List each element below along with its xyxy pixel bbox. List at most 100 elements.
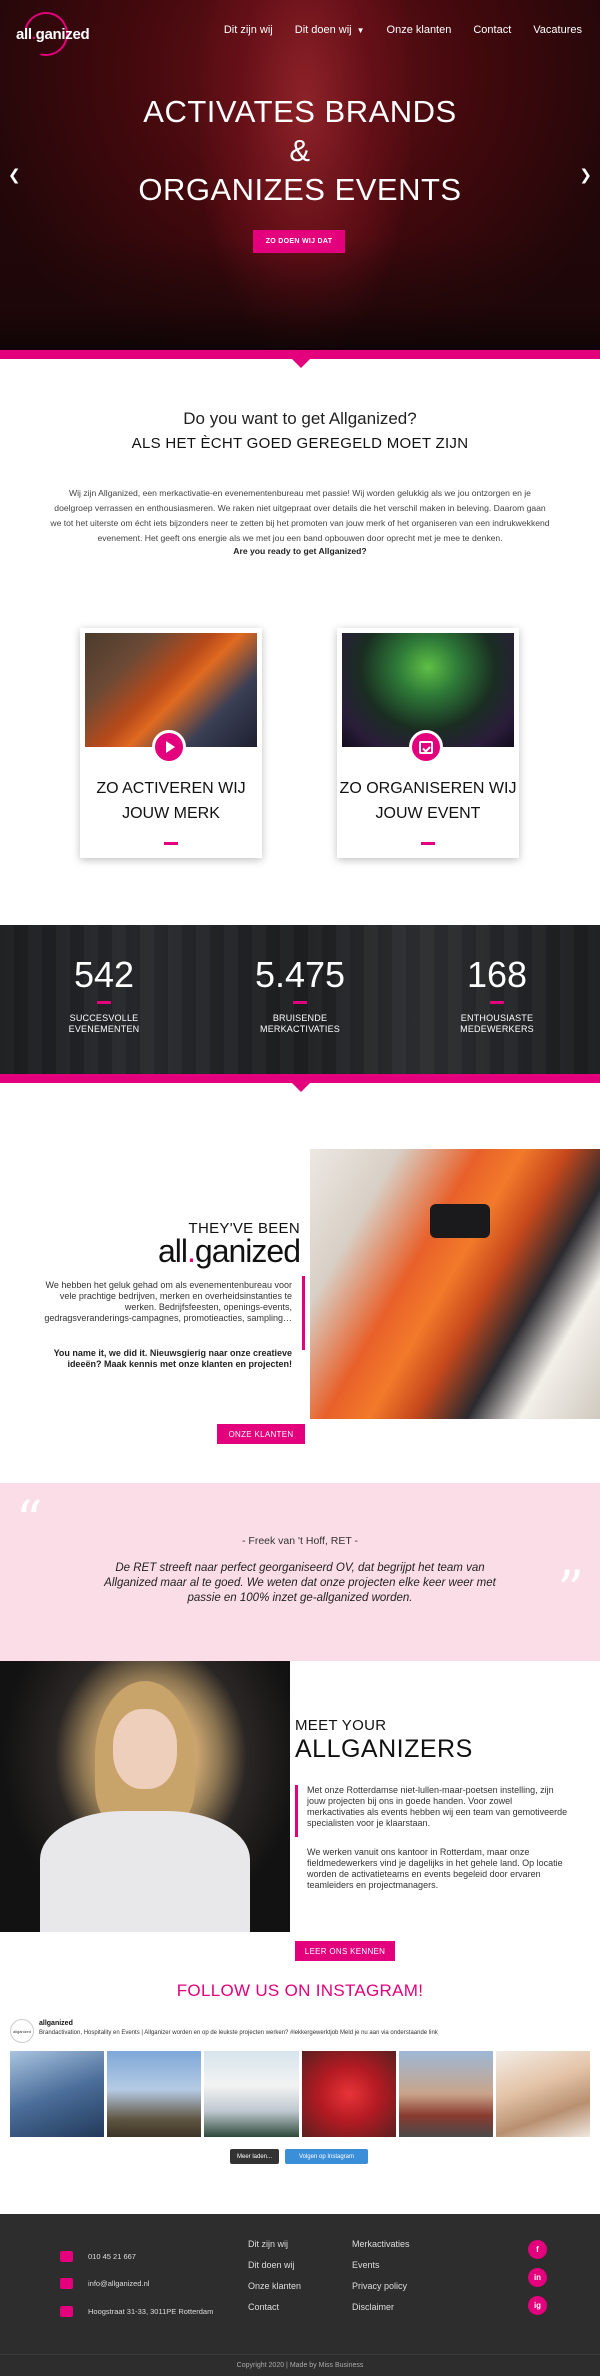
nav-vacatures[interactable]: Vacatures [533,24,582,36]
footer-link[interactable]: Dit doen wij [248,2259,301,2280]
instagram-post[interactable] [301,2051,396,2137]
footer-address: Hoogstraat 31-33, 3011PE Rotterdam [60,2306,213,2317]
stat-value: 168 [466,954,528,995]
footer-address-text: Hoogstraat 31-33, 3011PE Rotterdam [88,2307,214,2316]
instagram-bio: Brandactivation, Hospitality en Events |… [39,2030,438,2036]
intro-ready: Are you ready to get Allganized? [233,546,367,556]
footer-link[interactable]: Disclaimer [352,2301,410,2322]
main-nav: Dit zijn wij Dit doen wij ▼ Onze klanten … [202,24,582,36]
card-organiseren-title-line2: JOUW EVENT [375,805,481,822]
follow-instagram-button[interactable]: Volgen op Instagram [285,2149,368,2164]
section-divider [0,350,600,368]
card-accent-bar [164,842,178,845]
phone-icon [60,2251,73,2262]
stat-evenementen: 542 SUCCESVOLLE EVENEMENTEN [34,955,174,1035]
play-glyph [166,741,175,753]
instagram-post[interactable] [107,2051,202,2137]
team-photo [0,1661,290,1932]
logo-wordmark: all.ganized [16,26,90,43]
footer-email-text: info@allganized.nl [88,2279,150,2288]
stat-label-line2: EVENEMENTEN [68,1024,140,1034]
team-accent-bar [295,1785,298,1837]
instagram-icon[interactable]: ig [528,2296,547,2315]
nav-dit-zijn-wij[interactable]: Dit zijn wij [224,24,273,36]
quote-close-icon: ” [557,1561,584,1621]
testimonial-section: “ ” - Freek van 't Hoff, RET - De RET st… [0,1483,600,1661]
footer-link[interactable]: Privacy policy [352,2280,410,2301]
leer-ons-kennen-button[interactable]: LEER ONS KENNEN [295,1941,395,1961]
testimonial-text: De RET streeft naar perfect georganiseer… [104,1562,496,1604]
footer-phone[interactable]: 010 45 21 667 [60,2251,136,2262]
card-accent-bar [421,842,435,845]
footer-phone-text: 010 45 21 667 [88,2252,136,2261]
instagram-handle[interactable]: allganized [39,2020,73,2027]
stat-accent-bar [293,1001,307,1004]
photo-jacket [40,1811,250,1932]
stats-section: 542 SUCCESVOLLE EVENEMENTEN 5.475 BRUISEN… [0,925,600,1074]
clients-section: THEY'VE BEEN all.ganized We hebben het g… [0,1083,600,1483]
card-activeren[interactable]: ZO ACTIVEREN WIJ JOUW MERK [80,628,262,858]
linkedin-icon[interactable]: in [528,2268,547,2287]
section-divider [0,1074,600,1092]
footer-link[interactable]: Merkactivaties [352,2238,410,2259]
nav-onze-klanten[interactable]: Onze klanten [387,24,452,36]
instagram-post[interactable] [495,2051,591,2137]
footer-link[interactable]: Contact [248,2301,301,2322]
hero-title: ACTIVATES BRANDS & ORGANIZES EVENTS [0,92,600,209]
footer-link[interactable]: Onze klanten [248,2280,301,2301]
footer-email[interactable]: info@allganized.nl [60,2278,149,2289]
clients-text-2: You name it, we did it. Nieuwsgierig naa… [53,1348,292,1369]
footer-link[interactable]: Dit zijn wij [248,2238,301,2259]
load-more-button[interactable]: Meer laden... [230,2149,279,2164]
stat-label-line2: MEDEWERKERS [460,1024,534,1034]
stat-label: SUCCESVOLLE EVENEMENTEN [34,1013,174,1035]
photo-face [113,1709,177,1789]
home-icon [60,2306,73,2317]
facebook-icon[interactable]: f [528,2240,547,2259]
footer-link[interactable]: Events [352,2259,410,2280]
hero-cta-button[interactable]: ZO DOEN WIJ DAT [253,230,345,253]
instagram-post[interactable] [204,2051,299,2137]
calendar-glyph [419,740,433,754]
card-activeren-title: ZO ACTIVEREN WIJ JOUW MERK [80,776,262,826]
stat-label-line1: ENTHOUSIASTE [460,1013,534,1023]
stat-merkactivaties: 5.475 BRUISENDE MERKACTIVATIES [230,955,370,1035]
instagram-post[interactable] [10,2051,105,2137]
onze-klanten-button[interactable]: ONZE KLANTEN [217,1424,305,1444]
hero-title-line1: ACTIVATES BRANDS [143,94,457,129]
footer-links-2: Merkactivaties Events Privacy policy Dis… [352,2238,410,2322]
card-organiseren[interactable]: ZO ORGANISEREN WIJ JOUW EVENT [337,628,519,858]
instagram-post[interactable] [398,2051,493,2137]
intro-question: Do you want to get Allganized? [183,409,417,428]
logo-text-2: ganized [35,26,90,43]
clients-accent-bar [302,1276,305,1350]
card-organiseren-title-line1: ZO ORGANISEREN WIJ [339,780,517,797]
stat-accent-bar [490,1001,504,1004]
instagram-heading: FOLLOW US ON INSTAGRAM! [176,1981,424,2000]
vr-headset-shape [430,1204,490,1238]
hero-title-line2: & [289,133,311,168]
site-logo[interactable]: all.ganized [15,3,90,65]
hero-title-line3: ORGANIZES EVENTS [138,172,462,207]
team-text-2: We werken vanuit ons kantoor in Rotterda… [307,1847,563,1890]
stat-medewerkers: 168 ENTHOUSIASTE MEDEWERKERS [427,955,567,1035]
mail-icon [60,2278,73,2289]
instagram-avatar[interactable]: allganized [10,2019,34,2043]
clients-text: We hebben het geluk gehad om als eveneme… [44,1280,292,1323]
instagram-section: FOLLOW US ON INSTAGRAM! allganized allga… [0,1981,600,2214]
stat-label: ENTHOUSIASTE MEDEWERKERS [427,1013,567,1035]
card-organiseren-title: ZO ORGANISEREN WIJ JOUW EVENT [337,776,519,826]
nav-dit-doen-wij[interactable]: Dit doen wij ▼ [295,24,365,36]
calendar-check-icon [409,730,443,764]
card-activeren-title-line2: JOUW MERK [122,805,220,822]
instagram-profile: allganized allganized Brandactivation, H… [10,2019,590,2043]
team-text-1: Met onze Rotterdamse niet-lullen-maar-po… [307,1785,568,1828]
stat-label-line1: BRUISENDE [272,1013,328,1023]
stat-value: 542 [73,954,135,995]
footer: 010 45 21 667 info@allganized.nl Hoogstr… [0,2214,600,2354]
stat-value: 5.475 [254,954,346,995]
team-section: MEET YOUR ALLGANIZERS Met onze Rotterdam… [0,1661,600,1981]
clients-brand: all.ganized [158,1233,301,1270]
intro-section: Do you want to get Allganized? ALS HET È… [0,359,600,925]
nav-contact[interactable]: Contact [473,24,511,36]
